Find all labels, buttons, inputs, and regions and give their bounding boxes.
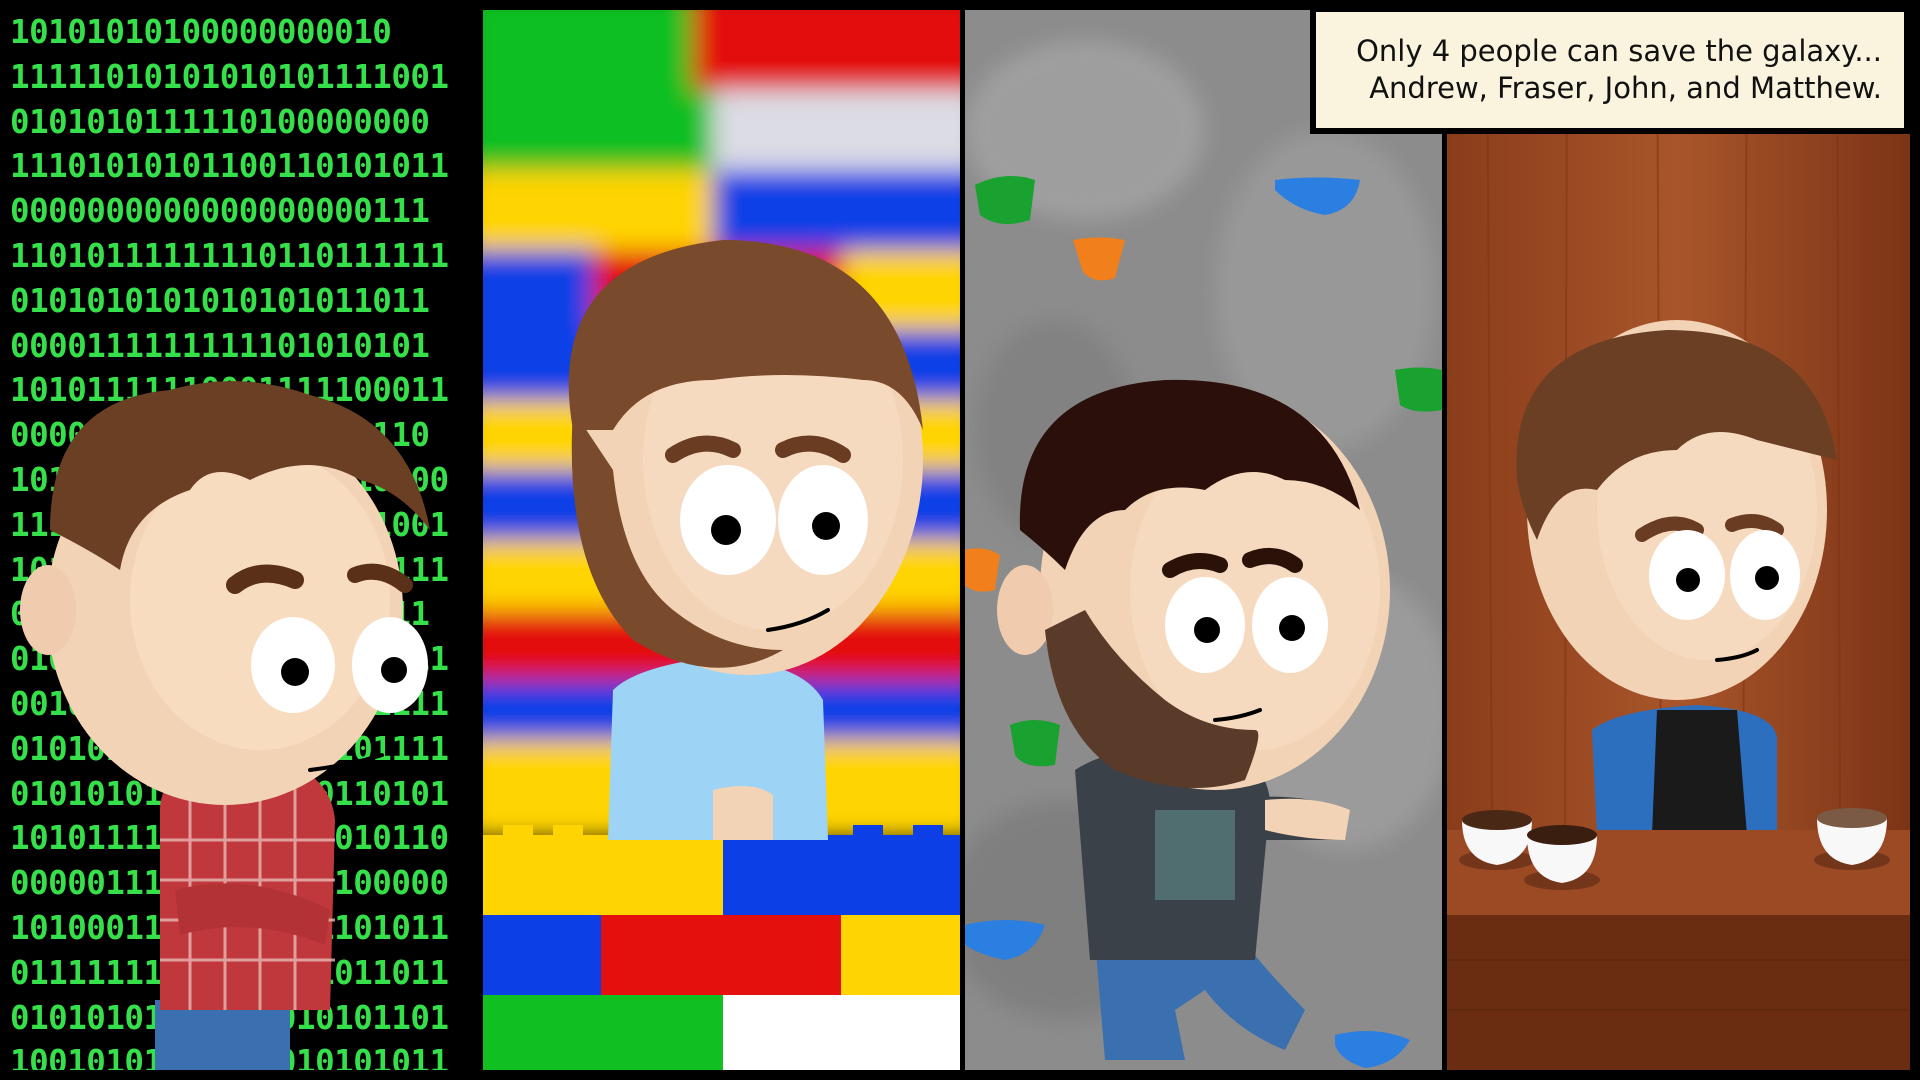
caption-line-1: Only 4 people can save the galaxy...: [1356, 34, 1882, 68]
comic-strip: 10101010100000000010 1111101010101010111…: [0, 0, 1920, 1080]
climbing-scene: [965, 10, 1442, 1070]
climbing-hold-green: [1395, 367, 1442, 412]
brick-red: [601, 915, 841, 995]
coffee-cup: [1814, 808, 1890, 870]
panel-climbing-wall: [965, 10, 1442, 1070]
shirt-logo: [1155, 810, 1235, 900]
brick-yellow: [841, 915, 960, 995]
panel-toy-bricks: [483, 10, 960, 1070]
ear: [20, 565, 76, 655]
coffee-cup: [1524, 825, 1600, 890]
panel-coffee-counter: [1447, 10, 1910, 1070]
black-apron: [1652, 710, 1747, 835]
coffee-cup: [1459, 810, 1535, 870]
climbing-hold-green: [975, 176, 1035, 224]
brick-white: [723, 995, 960, 1070]
jeans: [155, 1000, 290, 1070]
brick-background: [483, 10, 960, 1070]
brick-yellow: [483, 835, 723, 915]
brick-green: [483, 995, 723, 1070]
panel-binary: 10101010100000000010 1111101010101010111…: [10, 10, 478, 1070]
character-arms-crossed: [20, 381, 430, 1070]
climbing-hold-orange: [965, 548, 1000, 592]
caption-box: Only 4 people can save the galaxy... And…: [1310, 6, 1910, 134]
brick-blue: [723, 835, 960, 915]
ear: [997, 565, 1053, 655]
counter-front: [1447, 915, 1910, 1070]
caption-line-2: Andrew, Fraser, John, and Matthew.: [1369, 71, 1882, 105]
brick-blue: [483, 915, 601, 995]
coffee-scene: [1447, 10, 1910, 1070]
hand: [713, 786, 773, 840]
